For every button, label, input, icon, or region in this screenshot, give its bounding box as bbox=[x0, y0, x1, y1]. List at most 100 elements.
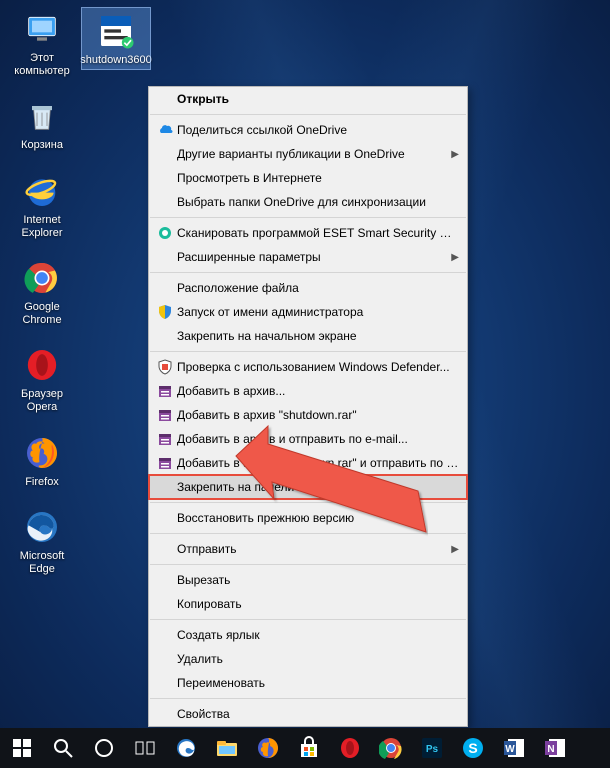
menu-item[interactable]: Расположение файла bbox=[149, 276, 467, 300]
rar-icon bbox=[153, 381, 177, 401]
edge-icon bbox=[21, 506, 63, 548]
desktop-icon-firefox[interactable]: Firefox bbox=[8, 432, 76, 489]
menu-item[interactable]: Добавить в архив... bbox=[149, 379, 467, 403]
menu-separator bbox=[150, 533, 466, 534]
menu-item[interactable]: Создать ярлык bbox=[149, 623, 467, 647]
icon-label: shutdown3600 bbox=[80, 54, 152, 67]
menu-item[interactable]: Закрепить на начальном экране bbox=[149, 324, 467, 348]
shutdown-icon bbox=[95, 10, 137, 52]
desktop[interactable]: Этот компьютер Корзина Internet Explorer Go… bbox=[0, 0, 610, 728]
rar-icon bbox=[153, 405, 177, 425]
chrome-icon bbox=[21, 257, 63, 299]
menu-item-label: Копировать bbox=[177, 597, 459, 611]
menu-item[interactable]: Поделиться ссылкой OneDrive bbox=[149, 118, 467, 142]
taskbar-ps[interactable]: Ps bbox=[412, 728, 452, 768]
taskbar-firefox[interactable] bbox=[248, 728, 288, 768]
menu-item[interactable]: Запуск от имени администратора bbox=[149, 300, 467, 324]
menu-item[interactable]: Расширенные параметры▶ bbox=[149, 245, 467, 269]
menu-item[interactable]: Свойства bbox=[149, 702, 467, 726]
taskbar-edge[interactable] bbox=[166, 728, 206, 768]
menu-item[interactable]: Восстановить прежнюю версию bbox=[149, 506, 467, 530]
blank-icon bbox=[153, 594, 177, 614]
taskbar-taskview[interactable] bbox=[125, 728, 165, 768]
menu-item-label: Добавить в архив... bbox=[177, 384, 459, 398]
icon-label: Firefox bbox=[25, 476, 59, 489]
menu-item[interactable]: Удалить bbox=[149, 647, 467, 671]
svg-text:Ps: Ps bbox=[426, 744, 439, 755]
menu-item[interactable]: Закрепить на панели задач bbox=[149, 475, 467, 499]
menu-item[interactable]: Копировать bbox=[149, 592, 467, 616]
menu-item-label: Просмотреть в Интернете bbox=[177, 171, 459, 185]
taskbar-skype[interactable]: S bbox=[453, 728, 493, 768]
menu-item-label: Удалить bbox=[177, 652, 459, 666]
icon-label: Этот компьютер bbox=[8, 52, 76, 77]
icon-label: Microsoft Edge bbox=[8, 550, 76, 575]
rar-icon bbox=[153, 429, 177, 449]
svg-text:N: N bbox=[547, 744, 554, 755]
menu-item[interactable]: Добавить в архив "shutdown.rar" и отправ… bbox=[149, 451, 467, 475]
submenu-arrow-icon: ▶ bbox=[451, 544, 459, 555]
menu-separator bbox=[150, 114, 466, 115]
menu-item-label: Закрепить на начальном экране bbox=[177, 329, 459, 343]
onedrive-icon bbox=[153, 120, 177, 140]
taskbar-chrome[interactable] bbox=[371, 728, 411, 768]
menu-item-label: Сканировать программой ESET Smart Securi… bbox=[177, 226, 459, 240]
taskbar-cortana[interactable] bbox=[84, 728, 124, 768]
blank-icon bbox=[153, 89, 177, 109]
taskbar-opera[interactable] bbox=[330, 728, 370, 768]
menu-item[interactable]: Сканировать программой ESET Smart Securi… bbox=[149, 221, 467, 245]
icon-label: Google Chrome bbox=[8, 301, 76, 326]
desktop-icon-edge[interactable]: Microsoft Edge bbox=[8, 506, 76, 575]
menu-item-label: Запуск от имени администратора bbox=[177, 305, 459, 319]
menu-item[interactable]: Проверка с использованием Windows Defend… bbox=[149, 355, 467, 379]
defender-icon bbox=[153, 357, 177, 377]
blank-icon bbox=[153, 625, 177, 645]
taskbar-explorer[interactable] bbox=[207, 728, 247, 768]
desktop-icon-this-pc[interactable]: Этот компьютер bbox=[8, 8, 76, 77]
context-menu: ОткрытьПоделиться ссылкой OneDriveДругие… bbox=[148, 86, 468, 727]
menu-separator bbox=[150, 217, 466, 218]
menu-item[interactable]: Отправить▶ bbox=[149, 537, 467, 561]
blank-icon bbox=[153, 508, 177, 528]
desktop-icon-recycle[interactable]: Корзина bbox=[8, 95, 76, 152]
menu-item[interactable]: Выбрать папки OneDrive для синхронизации bbox=[149, 190, 467, 214]
taskbar-start[interactable] bbox=[2, 728, 42, 768]
blank-icon bbox=[153, 570, 177, 590]
icon-label: Internet Explorer bbox=[8, 214, 76, 239]
menu-item[interactable]: Добавить в архив "shutdown.rar" bbox=[149, 403, 467, 427]
menu-item-label: Расположение файла bbox=[177, 281, 459, 295]
menu-separator bbox=[150, 502, 466, 503]
desktop-icon-chrome[interactable]: Google Chrome bbox=[8, 257, 76, 326]
menu-item-label: Отправить bbox=[177, 542, 451, 556]
taskbar-onenote[interactable]: N bbox=[535, 728, 575, 768]
desktop-icon-shutdown[interactable]: shutdown3600 bbox=[82, 8, 150, 69]
menu-item-label: Создать ярлык bbox=[177, 628, 459, 642]
menu-item[interactable]: Вырезать bbox=[149, 568, 467, 592]
ie-icon bbox=[21, 170, 63, 212]
blank-icon bbox=[153, 539, 177, 559]
icon-label: Браузер Opera bbox=[8, 388, 76, 413]
menu-separator bbox=[150, 619, 466, 620]
this-pc-icon bbox=[21, 8, 63, 50]
menu-item-label: Закрепить на панели задач bbox=[177, 480, 459, 494]
menu-item-label: Добавить в архив и отправить по e-mail..… bbox=[177, 432, 459, 446]
desktop-icon-opera[interactable]: Браузер Opera bbox=[8, 344, 76, 413]
taskbar-word[interactable]: W bbox=[494, 728, 534, 768]
menu-item[interactable]: Переименовать bbox=[149, 671, 467, 695]
taskbar-store[interactable] bbox=[289, 728, 329, 768]
menu-item-label: Переименовать bbox=[177, 676, 459, 690]
menu-item[interactable]: Просмотреть в Интернете bbox=[149, 166, 467, 190]
svg-text:S: S bbox=[468, 740, 477, 756]
blank-icon bbox=[153, 144, 177, 164]
menu-item[interactable]: Другие варианты публикации в OneDrive▶ bbox=[149, 142, 467, 166]
taskbar: Ps S W N bbox=[0, 728, 610, 768]
taskbar-search[interactable] bbox=[43, 728, 83, 768]
submenu-arrow-icon: ▶ bbox=[451, 149, 459, 160]
menu-item[interactable]: Открыть bbox=[149, 87, 467, 111]
menu-separator bbox=[150, 698, 466, 699]
menu-item[interactable]: Добавить в архив и отправить по e-mail..… bbox=[149, 427, 467, 451]
menu-item-label: Другие варианты публикации в OneDrive bbox=[177, 147, 451, 161]
firefox-icon bbox=[21, 432, 63, 474]
desktop-icon-ie[interactable]: Internet Explorer bbox=[8, 170, 76, 239]
rar-icon bbox=[153, 453, 177, 473]
